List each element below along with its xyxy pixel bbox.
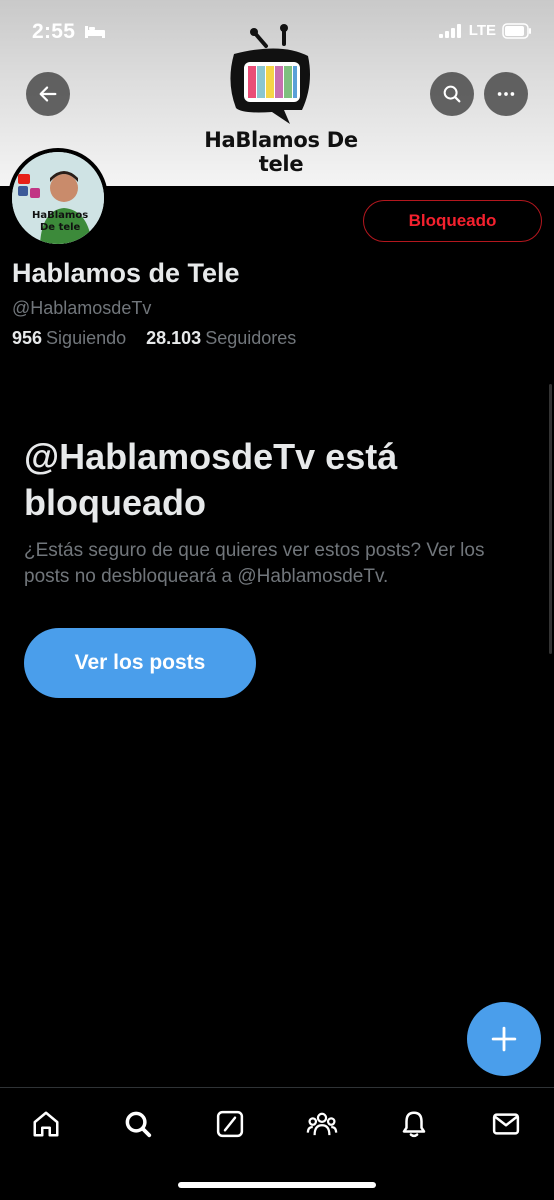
following-label: Siguiendo — [46, 328, 127, 348]
messages-icon — [492, 1113, 520, 1135]
more-options-button[interactable] — [484, 72, 528, 116]
status-time: 2:55 — [32, 20, 76, 43]
svg-text:HaBlamos: HaBlamos — [32, 210, 88, 221]
view-posts-button[interactable]: Ver los posts — [24, 628, 256, 698]
followers-label: Seguidores — [205, 328, 297, 348]
followers-count: 28.103 — [146, 328, 202, 348]
explore-icon — [125, 1111, 152, 1138]
blocked-description: ¿Estás seguro de que quieres ver estos p… — [24, 540, 485, 587]
nav-grok[interactable] — [210, 1104, 250, 1144]
followers-link[interactable]: 28.103 Seguidores — [146, 328, 296, 349]
blocked-button[interactable]: Bloqueado — [363, 200, 542, 242]
back-arrow-icon — [39, 86, 57, 102]
banner-logo-text: HaBlamos De tele — [204, 128, 358, 176]
compose-icon — [491, 1026, 517, 1052]
signal-icon — [438, 23, 461, 38]
scrollbar[interactable] — [549, 384, 552, 654]
avatar[interactable]: HaBlamos De tele — [8, 148, 108, 248]
search-icon — [443, 85, 461, 103]
compose-button[interactable] — [467, 1002, 541, 1076]
home-icon — [33, 1111, 59, 1137]
back-button[interactable] — [26, 72, 70, 116]
svg-text:De tele: De tele — [40, 222, 81, 233]
nav-explore[interactable] — [118, 1104, 158, 1144]
communities-icon — [306, 1112, 338, 1136]
sleep-focus-icon — [84, 24, 106, 45]
home-indicator[interactable] — [178, 1182, 376, 1188]
avatar-image: HaBlamos De tele — [12, 152, 104, 244]
blocked-title: @HablamosdeTv está bloqueado — [24, 436, 398, 523]
status-indicators: LTE — [438, 22, 532, 39]
follow-stats: 956 Siguiendo 28.103 Seguidores — [12, 328, 296, 349]
profile-name: Hablamos de Tele — [12, 258, 240, 288]
following-count: 956 — [12, 328, 43, 348]
network-type: LTE — [468, 22, 496, 39]
status-bar: 2:55 LTE — [0, 0, 554, 64]
grok-icon — [216, 1110, 244, 1138]
profile-handle: @HablamosdeTv — [12, 298, 152, 318]
more-icon — [497, 92, 515, 96]
following-link[interactable]: 956 Siguiendo — [12, 328, 126, 349]
notifications-icon — [402, 1111, 426, 1138]
nav-messages[interactable] — [486, 1104, 526, 1144]
nav-home[interactable] — [26, 1104, 66, 1144]
search-button[interactable] — [430, 72, 474, 116]
battery-icon — [502, 22, 531, 39]
nav-communities[interactable] — [302, 1104, 342, 1144]
nav-notifications[interactable] — [394, 1104, 434, 1144]
